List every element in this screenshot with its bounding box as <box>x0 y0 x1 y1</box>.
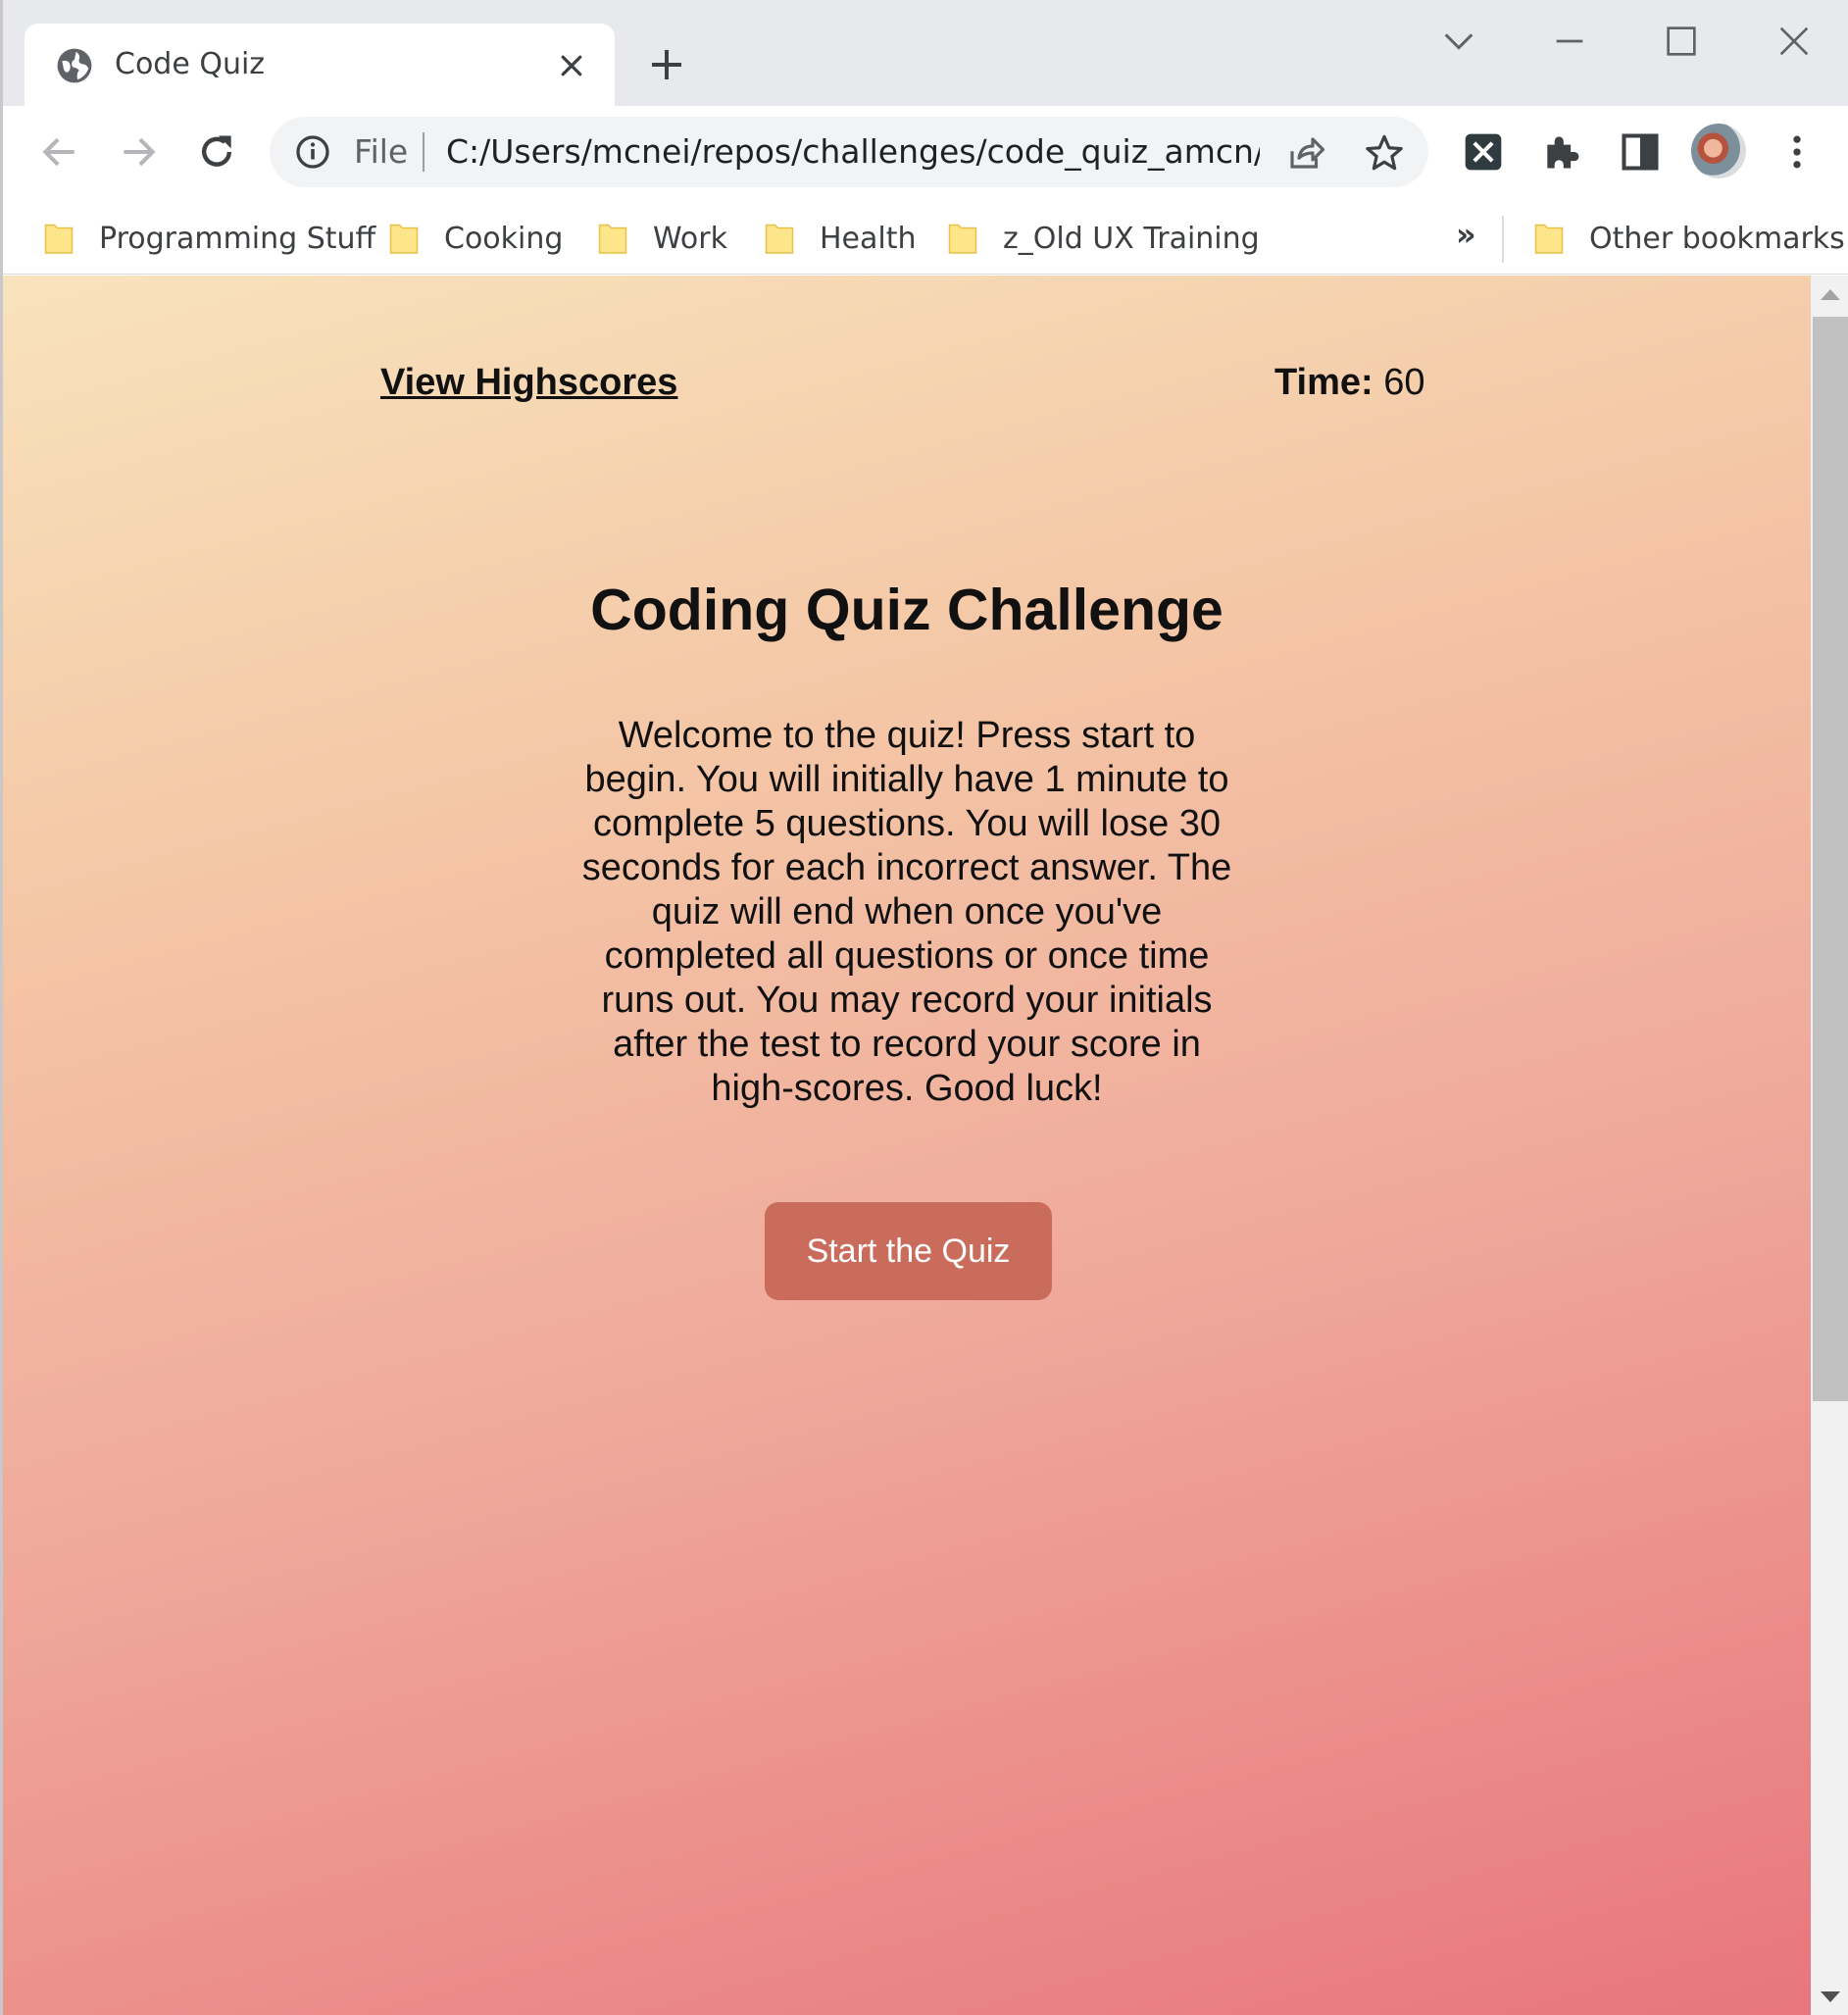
scroll-down-arrow-icon[interactable] <box>1821 1991 1840 2002</box>
bookmark-folder-work[interactable]: Work <box>598 214 727 263</box>
url-text[interactable]: C:/Users/mcnei/repos/challenges/code_qui… <box>446 132 1260 172</box>
menu-kebab-icon[interactable] <box>1775 130 1819 174</box>
reload-icon[interactable] <box>195 130 238 174</box>
scroll-thumb[interactable] <box>1813 317 1848 1401</box>
tab-title: Code Quiz <box>115 47 266 81</box>
extensions-puzzle-icon[interactable] <box>1540 130 1583 174</box>
bookmark-star-icon[interactable] <box>1364 132 1405 174</box>
quiz-intro-text: Welcome to the quiz! Press start to begi… <box>581 715 1232 1109</box>
folder-icon <box>1534 224 1564 254</box>
new-tab-icon[interactable] <box>647 45 686 84</box>
timer-label: Time: <box>1274 362 1374 403</box>
profile-avatar[interactable] <box>1691 124 1746 178</box>
share-icon[interactable] <box>1285 132 1326 174</box>
vertical-scrollbar[interactable] <box>1811 276 1848 2015</box>
tab-code-quiz[interactable]: Code Quiz <box>25 24 615 106</box>
tab-search-icon[interactable] <box>1439 22 1478 61</box>
bookmark-folder-programming-stuff[interactable]: Programming Stuff <box>44 214 375 263</box>
browser-window: Code Quiz File C:/Users/mcnei/repos/chal… <box>0 0 1848 2015</box>
omnibox-divider <box>423 132 425 172</box>
folder-icon <box>598 224 627 254</box>
folder-icon <box>389 224 419 254</box>
close-window-icon[interactable] <box>1774 22 1814 61</box>
timer: Time: 60 <box>1274 362 1425 404</box>
scroll-up-arrow-icon[interactable] <box>1821 289 1840 300</box>
bookmark-label: Health <box>820 221 917 256</box>
scheme-label: File <box>354 132 409 171</box>
minimize-icon[interactable] <box>1550 22 1589 61</box>
other-bookmarks-folder[interactable]: Other bookmarks <box>1534 214 1845 263</box>
extension-x-icon[interactable] <box>1462 130 1505 174</box>
bookmarks-bar: Programming Stuff Cooking Work Health z_… <box>3 204 1848 275</box>
side-panel-icon[interactable] <box>1619 130 1662 174</box>
folder-icon <box>948 224 977 254</box>
toolbar: File C:/Users/mcnei/repos/challenges/cod… <box>3 106 1848 204</box>
bookmark-folder-old-ux-training[interactable]: z_Old UX Training <box>948 214 1260 263</box>
bookmark-label: Programming Stuff <box>99 221 376 256</box>
bookmark-folder-health[interactable]: Health <box>765 214 917 263</box>
timer-value: 60 <box>1383 362 1425 403</box>
info-icon[interactable] <box>295 134 330 170</box>
bookmark-label: Other bookmarks <box>1589 221 1845 256</box>
bookmark-folder-cooking[interactable]: Cooking <box>389 214 563 263</box>
bookmark-label: z_Old UX Training <box>1003 221 1260 256</box>
view-highscores-link[interactable]: View Highscores <box>380 362 677 404</box>
back-icon[interactable] <box>38 130 81 174</box>
maximize-icon[interactable] <box>1662 22 1701 61</box>
page-title: Coding Quiz Challenge <box>590 578 1224 642</box>
start-quiz-button[interactable]: Start the Quiz <box>765 1202 1052 1300</box>
more-bookmarks-chevron[interactable]: » <box>1456 216 1476 253</box>
page-content: View Highscores Time: 60 Coding Quiz Cha… <box>3 276 1811 2015</box>
globe-icon <box>57 48 92 83</box>
tab-strip: Code Quiz <box>3 0 1848 106</box>
folder-icon <box>765 224 794 254</box>
forward-icon[interactable] <box>117 130 160 174</box>
bookmark-label: Work <box>653 221 727 256</box>
close-tab-icon[interactable] <box>557 51 586 80</box>
bookmark-label: Cooking <box>444 221 564 256</box>
bookmarks-divider <box>1502 216 1504 263</box>
address-bar[interactable]: File C:/Users/mcnei/repos/challenges/cod… <box>270 117 1428 187</box>
folder-icon <box>44 224 74 254</box>
